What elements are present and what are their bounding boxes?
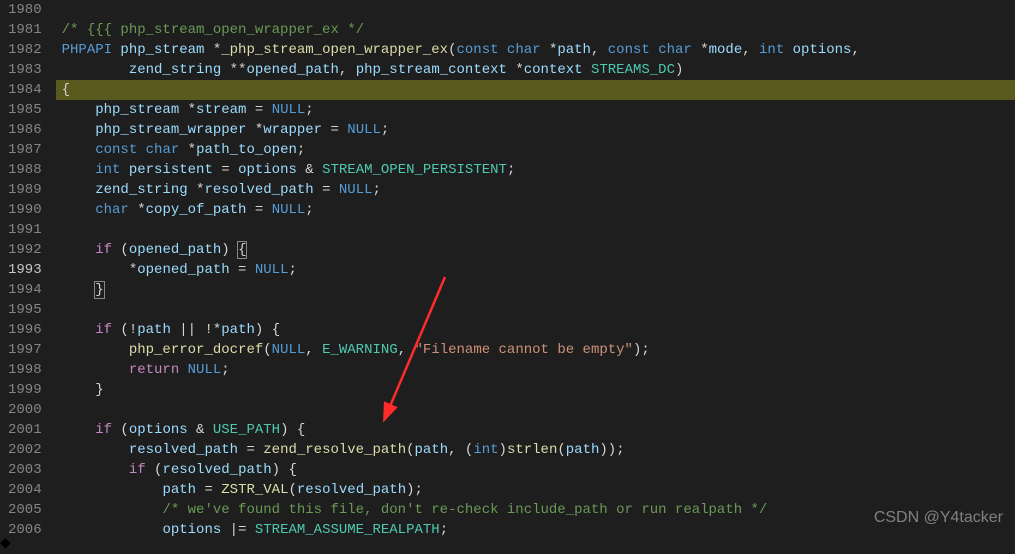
line-number-gutter[interactable]: 1980198119821983198419851986198719881989… [0, 0, 56, 534]
code-line[interactable]: /* we've found this file, don't re-check… [56, 500, 1015, 520]
code-line[interactable] [56, 300, 1015, 320]
line-number[interactable]: 1993 [8, 260, 42, 280]
line-number[interactable]: 1992 [8, 240, 42, 260]
line-number[interactable]: 2003 [8, 460, 42, 480]
code-line[interactable]: resolved_path = zend_resolve_path(path, … [56, 440, 1015, 460]
line-number[interactable]: 1990 [8, 200, 42, 220]
code-line[interactable]: options |= STREAM_ASSUME_REALPATH; [56, 520, 1015, 540]
line-number[interactable]: 1994 [8, 280, 42, 300]
code-line[interactable]: php_stream *stream = NULL; [56, 100, 1015, 120]
code-line[interactable]: /* {{{ php_stream_open_wrapper_ex */ [56, 20, 1015, 40]
line-number[interactable]: 2006 [8, 520, 42, 540]
line-number[interactable]: 1985 [8, 100, 42, 120]
line-number[interactable]: 2000 [8, 400, 42, 420]
code-line[interactable]: PHPAPI php_stream *_php_stream_open_wrap… [56, 40, 1015, 60]
code-line[interactable]: if (resolved_path) { [56, 460, 1015, 480]
code-line[interactable]: php_stream_wrapper *wrapper = NULL; [56, 120, 1015, 140]
code-line[interactable]: } [56, 280, 1015, 300]
line-number[interactable]: 1980 [8, 0, 42, 20]
breakpoint-diamond-icon[interactable]: ◆ [0, 536, 11, 552]
code-line[interactable]: if (!path || !*path) { [56, 320, 1015, 340]
code-line[interactable]: path = ZSTR_VAL(resolved_path); [56, 480, 1015, 500]
code-area[interactable]: /* {{{ php_stream_open_wrapper_ex */PHPA… [56, 0, 1015, 534]
code-line[interactable]: int persistent = options & STREAM_OPEN_P… [56, 160, 1015, 180]
code-line[interactable]: zend_string **opened_path, php_stream_co… [56, 60, 1015, 80]
line-number[interactable]: 2005 [8, 500, 42, 520]
code-line[interactable]: zend_string *resolved_path = NULL; [56, 180, 1015, 200]
code-line[interactable] [56, 400, 1015, 420]
line-number[interactable]: 1997 [8, 340, 42, 360]
code-line[interactable]: *opened_path = NULL; [56, 260, 1015, 280]
line-number[interactable]: 1982 [8, 40, 42, 60]
line-number[interactable]: 2001 [8, 420, 42, 440]
code-line[interactable]: if (options & USE_PATH) { [56, 420, 1015, 440]
code-line[interactable]: char *copy_of_path = NULL; [56, 200, 1015, 220]
line-number[interactable]: 1995 [8, 300, 42, 320]
code-line[interactable]: { [56, 80, 1015, 100]
code-line[interactable]: const char *path_to_open; [56, 140, 1015, 160]
line-number[interactable]: 1999 [8, 380, 42, 400]
line-number[interactable]: 1983 [8, 60, 42, 80]
line-number[interactable]: 1984 [8, 80, 42, 100]
code-line[interactable] [56, 220, 1015, 240]
code-line[interactable]: if (opened_path) { [56, 240, 1015, 260]
line-number[interactable]: 1988 [8, 160, 42, 180]
code-line[interactable]: php_error_docref(NULL, E_WARNING, "Filen… [56, 340, 1015, 360]
watermark-text: CSDN @Y4tacker [874, 508, 1003, 528]
code-editor[interactable]: 1980198119821983198419851986198719881989… [0, 0, 1015, 534]
line-number[interactable]: 1986 [8, 120, 42, 140]
line-number[interactable]: 1981 [8, 20, 42, 40]
line-number[interactable]: 2002 [8, 440, 42, 460]
line-number[interactable]: 1987 [8, 140, 42, 160]
line-number[interactable]: 1996 [8, 320, 42, 340]
line-number[interactable]: 1989 [8, 180, 42, 200]
line-number[interactable]: 1991 [8, 220, 42, 240]
line-number[interactable]: 1998 [8, 360, 42, 380]
code-line[interactable] [56, 0, 1015, 20]
code-line[interactable]: } [56, 380, 1015, 400]
line-number[interactable]: 2004 [8, 480, 42, 500]
code-line[interactable]: return NULL; [56, 360, 1015, 380]
